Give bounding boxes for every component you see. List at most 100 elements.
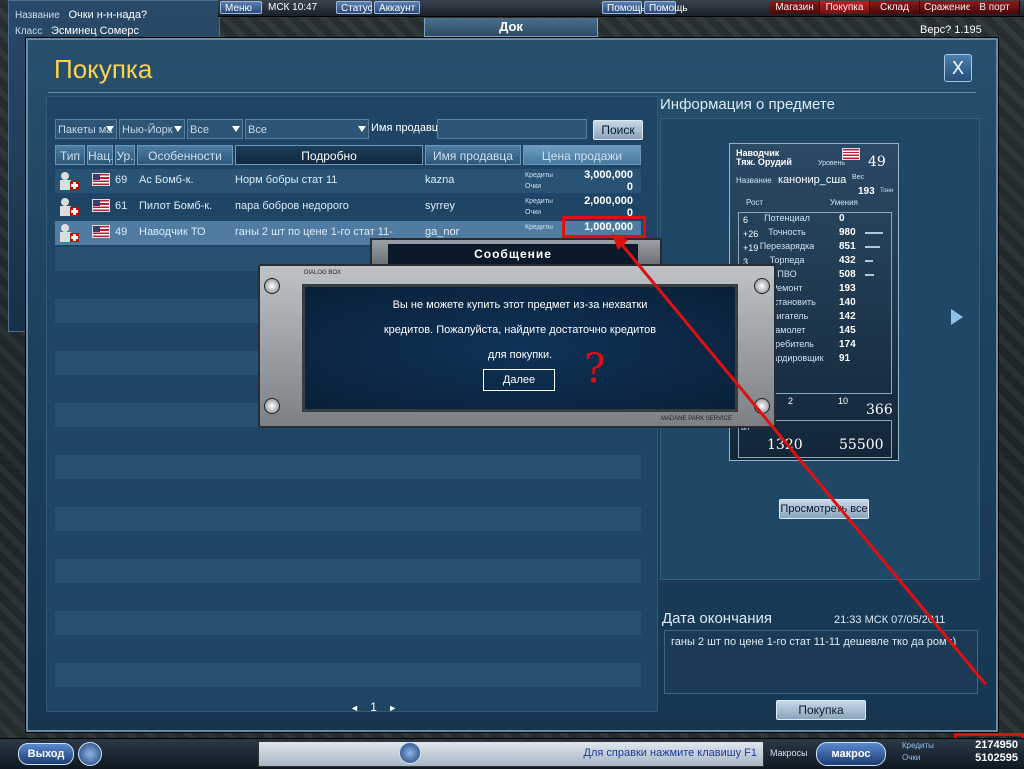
row-credits-label: Кредиты (525, 198, 553, 205)
exit-button[interactable]: Выход (18, 743, 74, 765)
version-text: Верс? 1.195 (920, 24, 982, 36)
empty-row (55, 663, 641, 687)
crew-type-icon (57, 222, 81, 244)
help-text: Для справки нажмите клавишу F1 (583, 747, 757, 759)
help-button-2[interactable]: Помощь (644, 1, 688, 14)
usa-flag-icon (92, 225, 110, 238)
stat-label: Точность (768, 227, 806, 237)
card-level-label: Уровень (818, 160, 845, 167)
pagination: ◄ 1 ► (350, 700, 397, 714)
chevron-down-icon (106, 126, 114, 132)
view-all-button[interactable]: Просмотреть все (779, 499, 869, 519)
buy-button[interactable]: Покупка (776, 700, 866, 720)
stat-value: 0 (839, 213, 845, 224)
col-header-nation[interactable]: Нац. (87, 145, 114, 165)
row-name: Пилот Бомб-к. (139, 200, 213, 212)
macro-button[interactable]: макрос (816, 742, 886, 766)
row-level: 49 (115, 226, 128, 238)
tab-buy[interactable]: Покупка (820, 1, 870, 14)
row-name: Ас Бомб-к. (139, 174, 194, 186)
card-skills-header: Умения (830, 198, 858, 207)
stat-value: 508 (839, 269, 856, 280)
dialog-next-button[interactable]: Далее (483, 369, 555, 391)
title-divider (48, 92, 976, 93)
clock-text: МСК 10:47 (268, 2, 318, 13)
current-page: 1 (370, 700, 377, 714)
table-row[interactable]: 69 Ас Бомб-к. Норм бобры стат 11 kazna К… (55, 169, 641, 193)
row-details: ганы 2 шт по цене 1-го стат 11- (235, 226, 393, 238)
bolt-icon (264, 398, 280, 414)
crew-type-icon (57, 170, 81, 192)
stat-bar (865, 260, 873, 262)
subtype-filter[interactable]: Все (245, 119, 369, 139)
item-description: ганы 2 шт по цене 1-го стат 11-11 дешевл… (664, 630, 978, 694)
tab-warehouse[interactable]: Склад (870, 1, 920, 14)
stat-value: 980 (839, 227, 856, 238)
card-total: 366 (866, 402, 893, 418)
tab-battle[interactable]: Сражение (920, 1, 971, 14)
col-header-details[interactable]: Подробно (235, 145, 423, 165)
crew-type-icon (57, 196, 81, 218)
table-row[interactable]: 61 Пилот Бомб-к. пара бобров недорого sy… (55, 195, 641, 219)
row-points-label: Очки (525, 209, 542, 216)
tab-shop[interactable]: Магазин (770, 1, 820, 14)
help-round-icon[interactable] (399, 742, 421, 764)
help-button-1[interactable]: Помощь (602, 1, 646, 14)
stat-bar (865, 246, 880, 248)
card-growth-header: Рост (746, 198, 764, 207)
stat-value: 145 (839, 325, 856, 336)
card-weight-unit: Тонн (880, 188, 894, 194)
help-bar: Для справки нажмите клавишу F1 (258, 741, 764, 767)
row-points-label: Очки (525, 183, 542, 190)
stat-value: 142 (839, 311, 856, 322)
card-level: 49 (868, 154, 886, 170)
chevron-down-icon (232, 126, 240, 132)
row-level: 69 (115, 174, 128, 186)
next-page-button[interactable]: ► (388, 703, 397, 713)
row-name: Наводчик ТО (139, 226, 206, 238)
row-credits: 3,000,000 (584, 169, 633, 181)
col-header-seller[interactable]: Имя продавца (425, 145, 521, 165)
city-filter[interactable]: Нью-Йорк (119, 119, 185, 139)
row-level: 61 (115, 200, 128, 212)
empty-row (55, 559, 641, 583)
prev-page-button[interactable]: ◄ (350, 703, 359, 713)
packages-filter-value: Пакеты ма (58, 124, 113, 136)
col-header-level[interactable]: Ур. (115, 145, 135, 165)
eject-icon[interactable] (78, 742, 102, 766)
ship-name-value: Очки н-н-нада? (68, 9, 148, 21)
col-header-type[interactable]: Тип (55, 145, 85, 165)
top-bar: Меню МСК 10:47 Статус Аккаунт Помощь Пом… (218, 0, 1024, 17)
row-credits: 2,000,000 (584, 195, 633, 207)
packages-filter[interactable]: Пакеты ма (55, 119, 117, 139)
seller-name-input[interactable] (437, 119, 587, 139)
window-title: Покупка (54, 54, 153, 84)
next-arrow-icon[interactable] (951, 309, 963, 325)
tab-to-port[interactable]: В порт (970, 1, 1020, 14)
col-header-price[interactable]: Цена продажи (523, 145, 641, 165)
type-filter[interactable]: Все (187, 119, 243, 139)
usa-flag-icon (92, 199, 110, 212)
dock-label: Док (424, 18, 598, 37)
account-button[interactable]: Аккаунт (374, 1, 420, 14)
row-details: пара бобров недорого (235, 200, 349, 212)
status-button[interactable]: Статус (336, 1, 373, 14)
menu-button[interactable]: Меню (220, 1, 262, 14)
dialog-box-label2: MADANE PARK SERVICE (660, 416, 732, 422)
chevron-down-icon (358, 126, 366, 132)
stat-value: 851 (839, 241, 856, 252)
stat-label: Перезарядка (759, 241, 815, 251)
card-weight-label: Вес (852, 174, 865, 181)
stat-value: 174 (839, 339, 856, 350)
empty-row (55, 507, 641, 531)
col-header-features[interactable]: Особенности (137, 145, 233, 165)
item-info-title: Информация о предмете (660, 96, 835, 113)
stat-value: 140 (839, 297, 856, 308)
stat-value: 91 (839, 353, 851, 364)
annotation-arrowhead-icon (612, 234, 628, 250)
card-sub: Тяж. Орудий (736, 157, 792, 167)
search-button[interactable]: Поиск (593, 120, 643, 140)
close-button[interactable]: X (944, 54, 972, 82)
row-seller: syrrey (425, 200, 455, 212)
card-name: канонир_сша (778, 174, 847, 186)
